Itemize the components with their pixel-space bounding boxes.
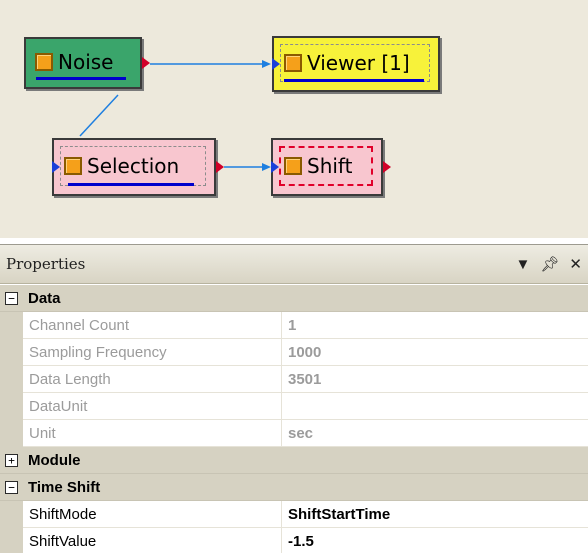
property-value: 1 <box>282 312 588 339</box>
module-canvas[interactable]: Noise Viewer [1] Selection Shift <box>0 0 588 238</box>
property-value[interactable]: ShiftStartTime <box>282 501 588 528</box>
property-row[interactable]: Sampling Frequency 1000 <box>0 339 588 366</box>
property-value: 3501 <box>282 366 588 393</box>
category-label: Module <box>28 451 81 469</box>
wire-noise-viewer-arrow <box>262 60 271 68</box>
module-icon <box>284 157 302 175</box>
properties-panel: Properties ▼ 📌︎ ✕ − Data Channel Count 1… <box>0 244 588 553</box>
property-value <box>282 393 588 420</box>
node-label: Shift <box>307 154 353 178</box>
category-label: Data <box>28 289 61 307</box>
pin-icon[interactable]: 📌︎ <box>540 255 559 273</box>
wire-noise-selection <box>79 94 119 137</box>
category-module[interactable]: + Module <box>0 447 588 474</box>
module-icon <box>64 157 82 175</box>
module-icon <box>35 53 53 71</box>
input-port[interactable] <box>52 161 60 173</box>
category-data[interactable]: − Data <box>0 285 588 312</box>
panel-title: Properties <box>6 255 86 273</box>
output-port[interactable] <box>142 57 150 69</box>
node-viewer[interactable]: Viewer [1] <box>272 36 440 92</box>
node-noise[interactable]: Noise <box>24 37 150 89</box>
property-name: Data Length <box>23 366 282 393</box>
dropdown-arrow-icon[interactable]: ▼ <box>516 256 531 273</box>
property-name: Sampling Frequency <box>23 339 282 366</box>
output-port[interactable] <box>383 161 391 173</box>
collapse-icon[interactable]: − <box>5 291 18 305</box>
property-value[interactable]: -1.5 <box>282 528 588 553</box>
node-label: Viewer [1] <box>307 51 410 75</box>
category-time-shift[interactable]: − Time Shift <box>0 474 588 501</box>
property-row[interactable]: ShiftMode ShiftStartTime <box>0 501 588 528</box>
property-name: DataUnit <box>23 393 282 420</box>
node-label: Noise <box>58 50 114 74</box>
property-value: sec <box>282 420 588 447</box>
node-shift[interactable]: Shift <box>271 138 391 196</box>
property-row[interactable]: Unit sec <box>0 420 588 447</box>
wire-selection-shift-arrow <box>262 163 271 171</box>
close-icon[interactable]: ✕ <box>569 255 582 273</box>
property-name: Unit <box>23 420 282 447</box>
property-name: Channel Count <box>23 312 282 339</box>
collapse-icon[interactable]: − <box>5 480 18 494</box>
property-value: 1000 <box>282 339 588 366</box>
input-port[interactable] <box>272 58 280 70</box>
property-row[interactable]: DataUnit <box>0 393 588 420</box>
node-selection[interactable]: Selection <box>52 138 224 196</box>
property-grid: − Data Channel Count 1 Sampling Frequenc… <box>0 285 588 553</box>
properties-header: Properties ▼ 📌︎ ✕ <box>0 245 588 284</box>
expand-icon[interactable]: + <box>5 453 18 467</box>
category-label: Time Shift <box>28 478 101 496</box>
property-name: ShiftMode <box>23 501 282 528</box>
module-icon <box>284 54 302 72</box>
property-row[interactable]: ShiftValue -1.5 <box>0 528 588 553</box>
property-name: ShiftValue <box>23 528 282 553</box>
output-port[interactable] <box>216 161 224 173</box>
input-port[interactable] <box>271 161 279 173</box>
property-row[interactable]: Channel Count 1 <box>0 312 588 339</box>
node-label: Selection <box>87 154 180 178</box>
property-row[interactable]: Data Length 3501 <box>0 366 588 393</box>
